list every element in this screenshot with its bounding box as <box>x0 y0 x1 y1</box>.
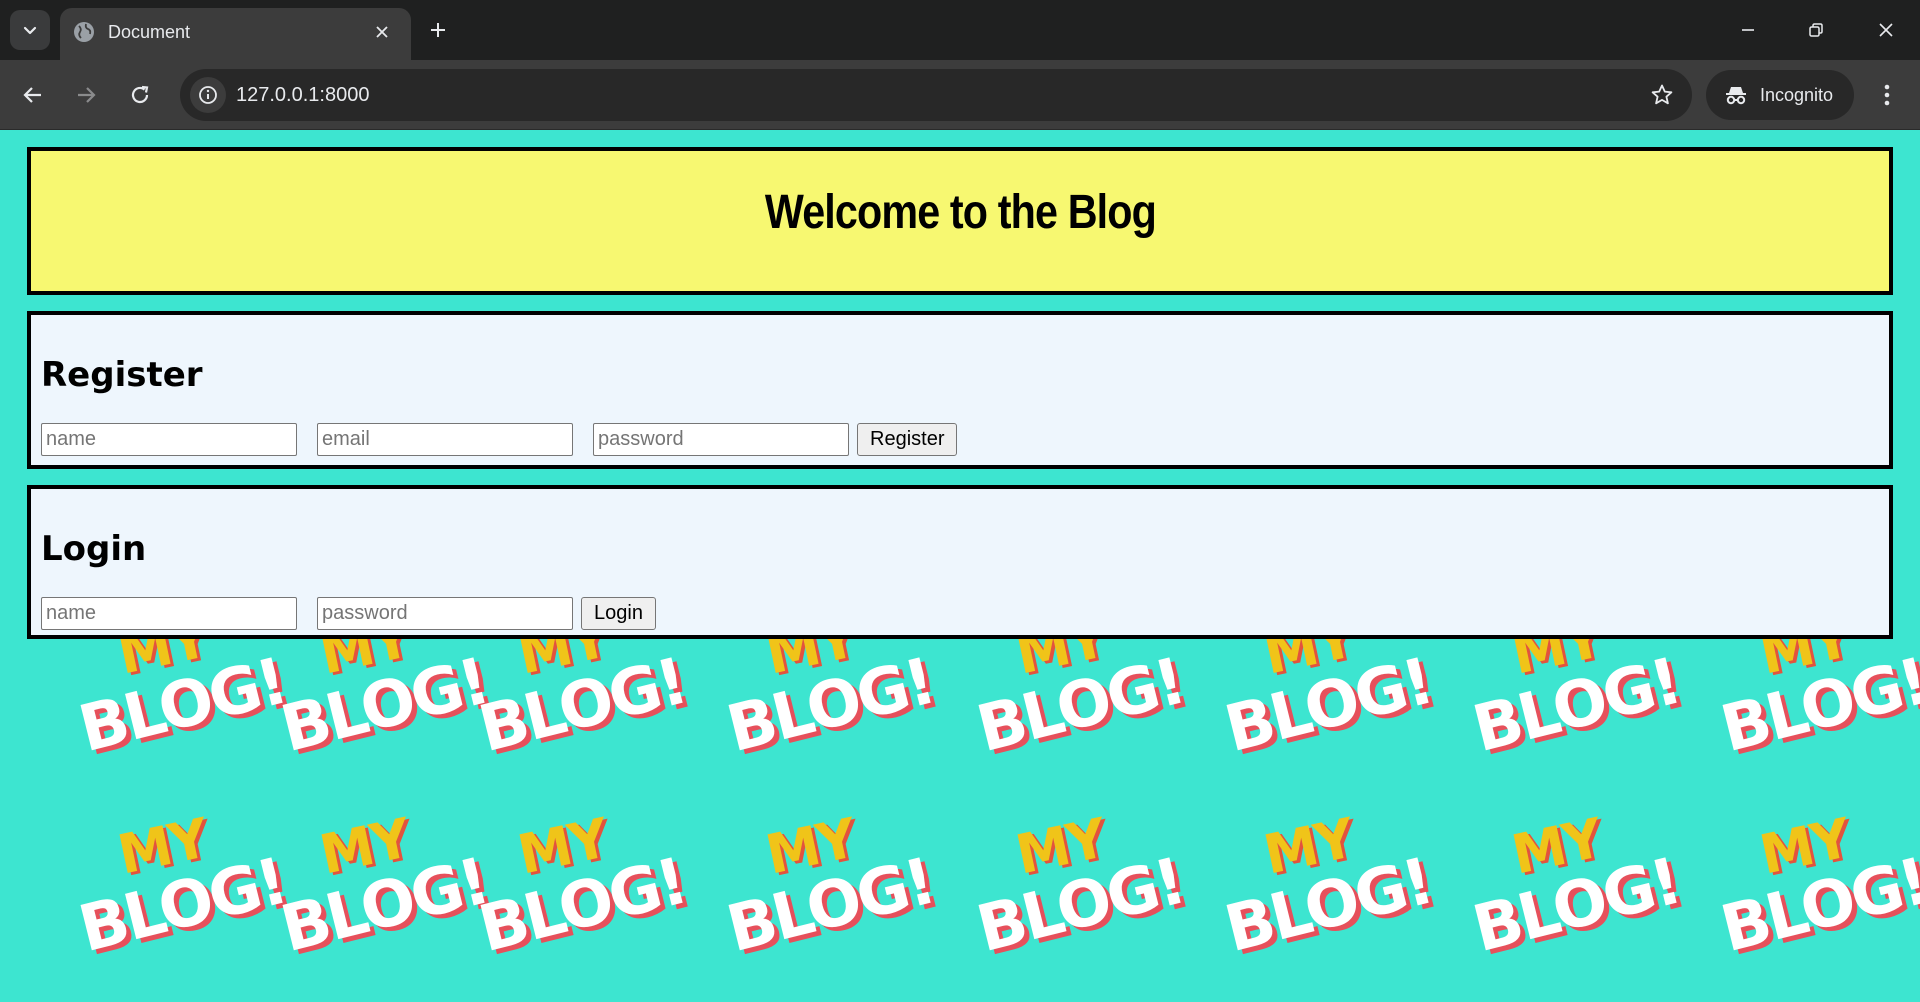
new-tab-button[interactable] <box>422 14 454 46</box>
tab-search-button[interactable] <box>10 10 50 50</box>
my-blog-logo-tile: MY BLOG! <box>472 806 692 971</box>
login-password-input[interactable] <box>317 597 573 630</box>
my-blog-logo-tile: MY BLOG! <box>1218 806 1438 971</box>
globe-icon <box>74 22 94 42</box>
minimize-icon <box>1742 29 1754 31</box>
restore-icon <box>1809 23 1823 37</box>
register-email-input[interactable] <box>317 423 573 456</box>
browser-menu-button[interactable] <box>1872 77 1902 113</box>
my-blog-logo-tile: MY BLOG! <box>274 806 494 971</box>
incognito-label: Incognito <box>1760 84 1834 105</box>
close-icon <box>376 26 388 38</box>
tab-title: Document <box>108 22 191 42</box>
register-heading: Register <box>41 355 203 395</box>
my-blog-logo-tile: MY BLOG! <box>1714 806 1920 971</box>
incognito-indicator[interactable]: Incognito <box>1706 70 1854 120</box>
my-blog-logo-tile: MY BLOG! <box>72 806 292 971</box>
chevron-down-icon <box>23 26 37 35</box>
browser-tabstrip: Document <box>0 0 1920 60</box>
bookmark-button[interactable] <box>1646 79 1678 111</box>
login-name-input[interactable] <box>41 597 297 630</box>
address-bar[interactable]: 127.0.0.1:8000 <box>180 69 1692 121</box>
back-button[interactable] <box>15 77 51 113</box>
page-viewport: MY BLOG! MY BLOG! MY BLOG! MY BLOG! MY BLOG! MY BLO… <box>0 131 1920 1002</box>
minimize-button[interactable] <box>1724 10 1772 50</box>
browser-tab[interactable]: Document <box>60 8 411 60</box>
register-password-input[interactable] <box>593 423 849 456</box>
reload-icon <box>131 85 149 104</box>
page-title: Welcome to the Blog <box>764 185 1156 239</box>
site-info-button[interactable] <box>190 77 226 113</box>
login-form: Login <box>41 597 656 630</box>
login-button[interactable]: Login <box>581 597 656 630</box>
star-icon <box>1651 84 1673 105</box>
info-icon <box>199 86 217 104</box>
my-blog-logo-tile: MY BLOG! <box>720 806 940 971</box>
my-blog-logo-tile: MY BLOG! <box>970 806 1190 971</box>
close-window-button[interactable] <box>1862 10 1910 50</box>
login-heading: Login <box>41 529 147 569</box>
restore-button[interactable] <box>1792 10 1840 50</box>
tab-close-button[interactable] <box>370 20 394 44</box>
incognito-icon <box>1726 87 1746 105</box>
forward-arrow-icon <box>78 87 96 103</box>
browser-toolbar: 127.0.0.1:8000 Incognito <box>0 60 1920 130</box>
reload-button[interactable] <box>122 77 158 113</box>
close-window-icon <box>1879 23 1893 37</box>
register-form: Register <box>41 423 958 456</box>
back-arrow-icon <box>23 87 41 103</box>
register-button[interactable]: Register <box>857 423 958 456</box>
url-text: 127.0.0.1:8000 <box>236 84 370 106</box>
register-section: Register Register <box>27 311 1893 469</box>
register-name-input[interactable] <box>41 423 297 456</box>
login-section: Login Login <box>27 485 1893 639</box>
plus-icon <box>431 23 445 37</box>
welcome-header: Welcome to the Blog <box>27 147 1893 295</box>
kebab-menu-icon <box>1884 84 1890 106</box>
my-blog-logo-tile: MY BLOG! <box>1466 806 1686 971</box>
forward-button[interactable] <box>68 77 104 113</box>
